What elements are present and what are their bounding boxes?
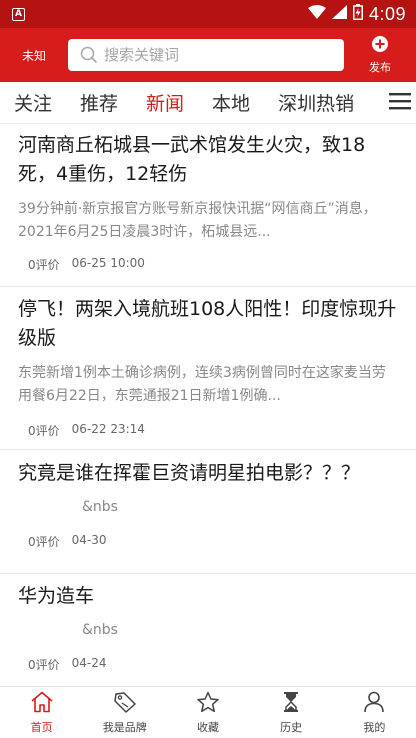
search-input[interactable] — [104, 46, 324, 64]
status-bar: A 4:09 — [0, 0, 416, 28]
tab-local[interactable]: 本地 — [198, 89, 264, 116]
news-title: 究竟是谁在挥霍巨资请明星拍电影？？？ — [18, 462, 361, 484]
comment-count: 0评价 — [28, 658, 60, 672]
nav-home[interactable]: 首页 — [0, 691, 83, 735]
news-item[interactable]: 停飞！两架入境航班108人阳性！印度惊现升级版 东莞新增1例本土确诊病例，连续3… — [0, 287, 416, 450]
news-summary: &nbs — [82, 499, 118, 515]
search-bar[interactable] — [68, 39, 344, 71]
nav-label: 我是品牌 — [102, 720, 147, 734]
category-tabs: 关注 推荐 新闻 本地 深圳热销 — [0, 82, 416, 124]
comment-count: 0评价 — [28, 258, 60, 272]
news-meta: 0评价 04-30 — [18, 533, 398, 550]
tab-shenzhen-hot[interactable]: 深圳热销 — [264, 89, 368, 116]
news-item[interactable]: 究竟是谁在挥霍巨资请明星拍电影？？？ &nbs 0评价 04-30 — [0, 450, 416, 574]
news-item[interactable]: 河南商丘柘城县一武术馆发生火灾，致18死，4重伤，12轻伤 39分钟前·新京报官… — [0, 124, 416, 287]
battery-icon — [352, 3, 363, 25]
menu-icon — [389, 92, 411, 114]
location-label[interactable]: 未知 — [0, 47, 68, 64]
bottom-nav: 首页 我是品牌 收藏 历史 我的 — [0, 686, 416, 738]
nav-history[interactable]: 历史 — [250, 691, 333, 735]
status-time: 4:09 — [368, 3, 406, 24]
nav-favorites[interactable]: 收藏 — [166, 691, 249, 735]
wifi-icon — [307, 4, 326, 24]
nav-label: 我的 — [363, 720, 386, 734]
nav-profile[interactable]: 我的 — [333, 691, 416, 735]
tab-news[interactable]: 新闻 — [132, 89, 198, 116]
news-summary: 39分钟前·新京报官方账号新京报快讯据“网信商丘”消息，2021年6月25日凌晨… — [18, 201, 377, 240]
publish-time: 06-22 23:14 — [71, 422, 145, 436]
news-summary: &nbs — [82, 622, 118, 638]
tag-icon — [113, 691, 137, 717]
publish-button[interactable]: 发布 — [344, 35, 416, 75]
comment-count: 0评价 — [28, 424, 60, 438]
search-icon — [80, 46, 98, 64]
news-meta: 0评价 06-25 10:00 — [18, 256, 398, 273]
top-header: 未知 发布 — [0, 28, 416, 82]
news-item[interactable]: 华为造车 &nbs 0评价 04-24 — [0, 574, 416, 686]
nav-label: 收藏 — [196, 720, 219, 734]
plus-circle-icon — [371, 35, 389, 57]
app-notification-icon: A — [12, 7, 25, 21]
star-icon — [196, 691, 220, 717]
comment-count: 0评价 — [28, 535, 60, 549]
publish-time: 06-25 10:00 — [71, 256, 145, 270]
news-title: 停飞！两架入境航班108人阳性！印度惊现升级版 — [18, 298, 397, 349]
news-summary: 东莞新增1例本土确诊病例，连续3病例曾同时在这家麦当劳用餐6月22日，东莞通报2… — [18, 365, 386, 404]
publish-time: 04-30 — [71, 533, 107, 547]
news-title: 华为造车 — [18, 585, 95, 607]
tabs-menu-button[interactable] — [384, 82, 416, 123]
news-title: 河南商丘柘城县一武术馆发生火灾，致18死，4重伤，12轻伤 — [18, 134, 366, 185]
tab-recommend[interactable]: 推荐 — [66, 89, 132, 116]
news-list: 河南商丘柘城县一武术馆发生火灾，致18死，4重伤，12轻伤 39分钟前·新京报官… — [0, 124, 416, 686]
publish-time: 04-24 — [71, 656, 107, 670]
nav-label: 首页 — [30, 720, 53, 734]
nav-brand[interactable]: 我是品牌 — [83, 691, 166, 735]
signal-icon — [331, 4, 347, 24]
publish-label: 发布 — [369, 61, 391, 74]
nav-label: 历史 — [280, 720, 303, 734]
news-meta: 0评价 04-24 — [18, 656, 398, 673]
hourglass-icon — [279, 691, 303, 717]
news-meta: 0评价 06-22 23:14 — [18, 422, 398, 439]
tab-follow[interactable]: 关注 — [0, 89, 66, 116]
home-icon — [30, 691, 54, 717]
user-icon — [362, 691, 386, 717]
